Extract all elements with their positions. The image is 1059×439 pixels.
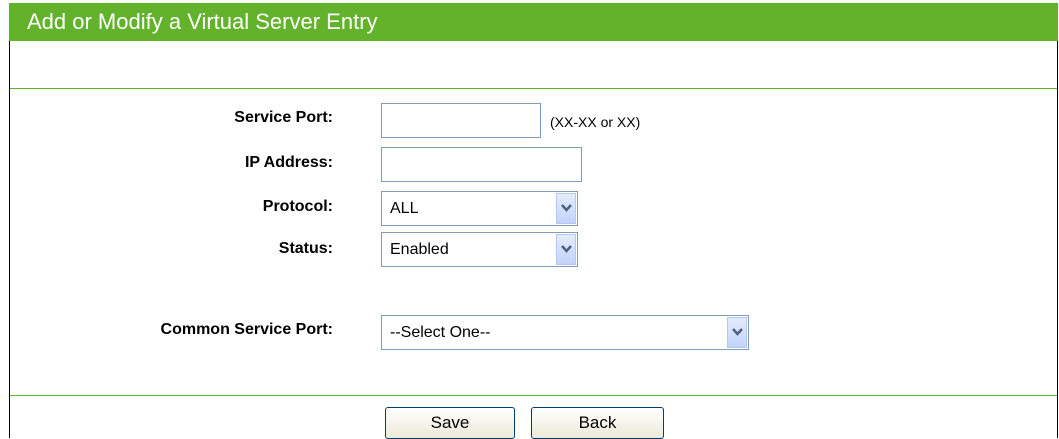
page-header: Add or Modify a Virtual Server Entry (9, 3, 1058, 41)
save-button[interactable]: Save (385, 407, 515, 439)
bottom-divider (10, 395, 1057, 396)
service-port-input[interactable] (381, 103, 541, 138)
ip-address-label: IP Address: (244, 154, 333, 171)
protocol-label: Protocol: (262, 198, 333, 215)
protocol-selected-value: ALL (390, 200, 419, 217)
common-service-port-selected-value: --Select One-- (390, 324, 491, 341)
chevron-down-icon[interactable] (556, 234, 576, 265)
page-title: Add or Modify a Virtual Server Entry (27, 9, 378, 34)
service-port-hint: (XX-XX or XX) (550, 114, 641, 130)
common-service-port-select[interactable]: --Select One-- (381, 315, 749, 350)
ip-address-input[interactable] (381, 147, 582, 182)
chevron-down-icon[interactable] (727, 317, 747, 348)
chevron-down-icon[interactable] (556, 193, 576, 224)
protocol-select[interactable]: ALL (381, 191, 578, 226)
status-label: Status: (278, 240, 333, 257)
back-button[interactable]: Back (531, 407, 664, 439)
common-service-port-label: Common Service Port: (160, 321, 333, 338)
top-divider (10, 88, 1057, 89)
service-port-label: Service Port: (234, 109, 333, 126)
status-select[interactable]: Enabled (381, 232, 578, 267)
status-selected-value: Enabled (390, 241, 449, 258)
